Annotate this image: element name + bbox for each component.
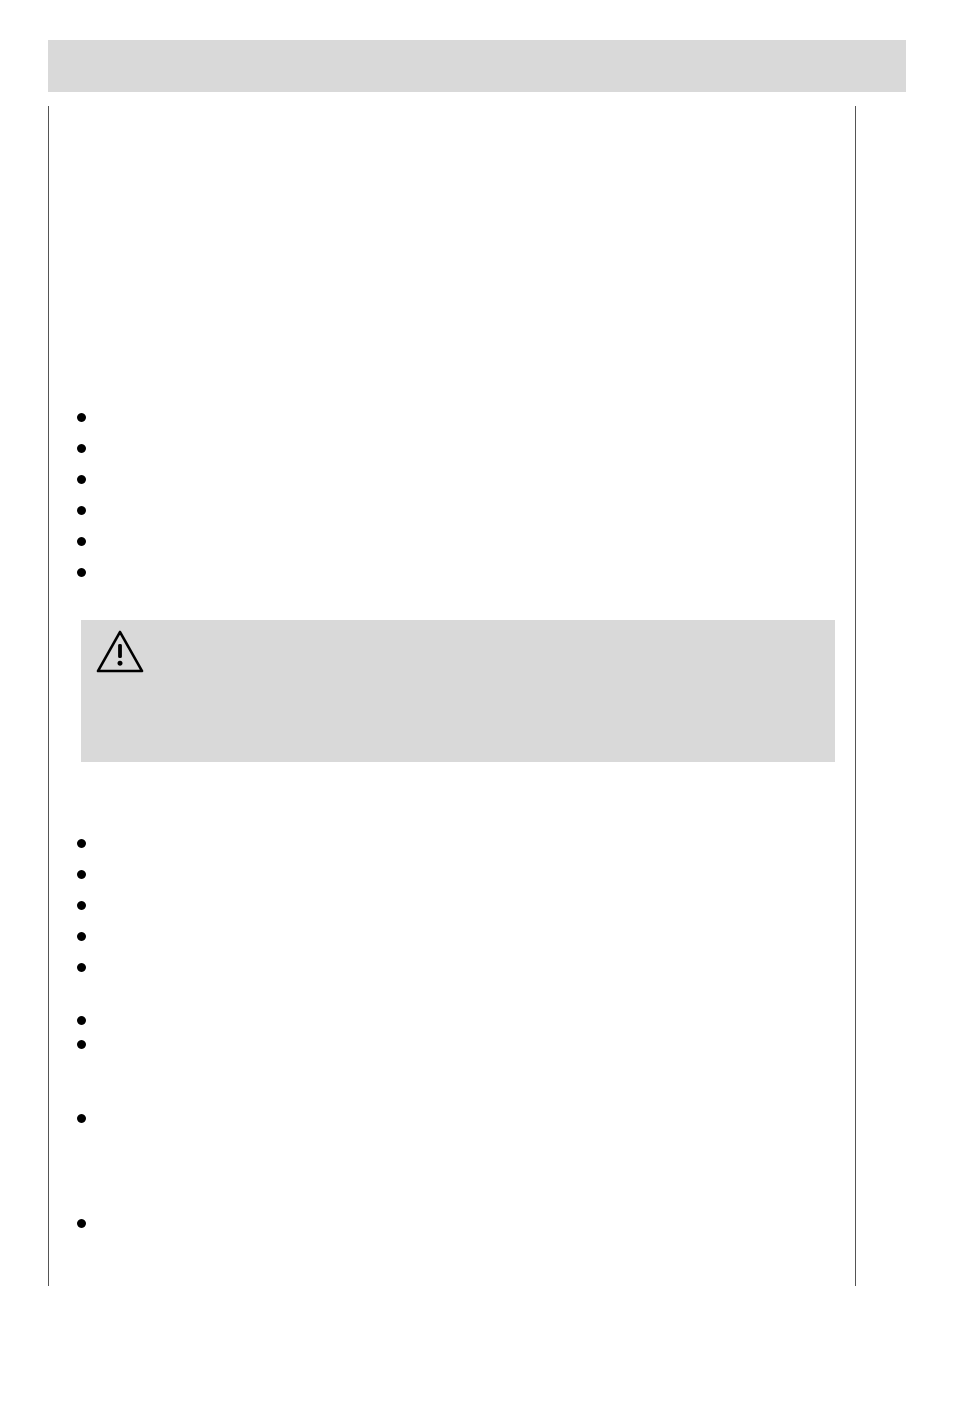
list-item	[69, 526, 835, 557]
bullet-icon	[77, 506, 86, 515]
list-item	[69, 921, 835, 952]
list-item	[69, 1036, 835, 1088]
spacer-mid	[69, 762, 835, 828]
spacer-group-2	[69, 1088, 835, 1110]
list-item	[69, 1208, 835, 1239]
bullet-icon	[77, 568, 86, 577]
header-band	[48, 40, 906, 92]
spacer-group-3	[69, 1186, 835, 1208]
content-column	[48, 106, 856, 1286]
warning-callout	[81, 620, 835, 762]
page	[0, 0, 954, 1406]
list-item	[69, 828, 835, 859]
bullet-list-1	[69, 402, 835, 588]
bullet-list-2a	[69, 828, 835, 983]
bullet-icon	[77, 1016, 86, 1025]
bullet-icon	[77, 444, 86, 453]
bullet-icon	[77, 537, 86, 546]
list-item	[69, 464, 835, 495]
bullet-list-2c	[69, 1110, 835, 1186]
bullet-icon	[77, 413, 86, 422]
list-item	[69, 952, 835, 983]
bullet-list-2b	[69, 1005, 835, 1088]
spacer-group-1	[69, 983, 835, 1005]
bullet-list-2d	[69, 1208, 835, 1239]
bullet-icon	[77, 1114, 86, 1123]
bullet-icon	[77, 1219, 86, 1228]
spacer-top	[69, 106, 835, 402]
list-item	[69, 402, 835, 433]
bullet-icon	[77, 839, 86, 848]
list-item	[69, 890, 835, 921]
list-item	[69, 433, 835, 464]
list-item	[69, 859, 835, 890]
bullet-icon	[77, 1040, 86, 1049]
bullet-icon	[77, 963, 86, 972]
bullet-icon	[77, 901, 86, 910]
list-item	[69, 1110, 835, 1186]
list-item	[69, 557, 835, 588]
bullet-icon	[77, 475, 86, 484]
bullet-icon	[77, 932, 86, 941]
warning-icon	[95, 630, 145, 674]
list-item	[69, 495, 835, 526]
list-item	[69, 1005, 835, 1036]
bullet-icon	[77, 870, 86, 879]
